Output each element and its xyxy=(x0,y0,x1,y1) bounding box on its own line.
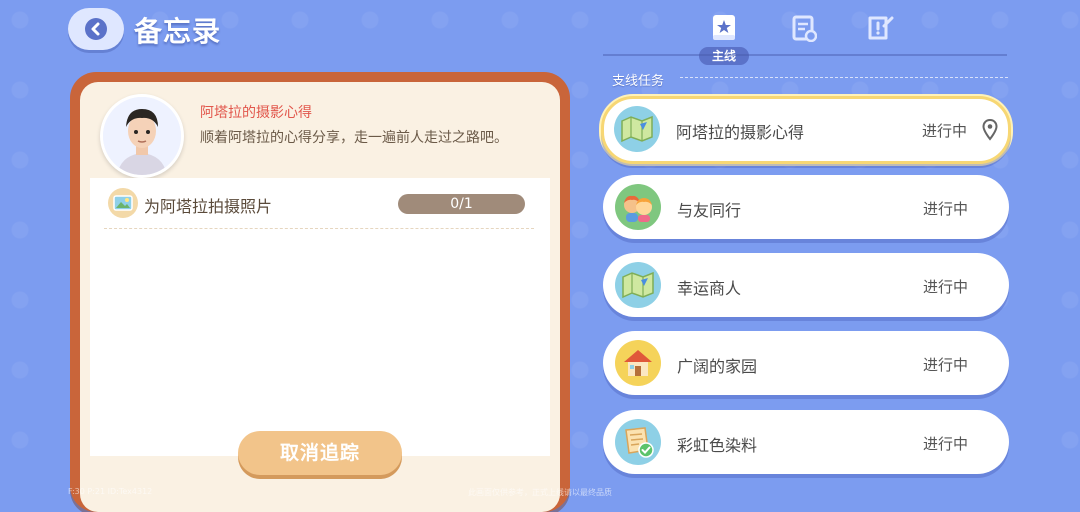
quest-status: 进行中 xyxy=(923,435,969,453)
tab-main-label[interactable]: 主线 xyxy=(699,47,749,65)
quest-title: 彩虹色染料 xyxy=(677,436,758,455)
debug-info: F:30 P:21 ID:Tex4312 xyxy=(68,487,153,496)
quest-card[interactable]: 广阔的家园 进行中 xyxy=(603,331,1009,395)
quest-status: 进行中 xyxy=(923,278,969,296)
disclaimer-text: 此画面仅供参考，正式上线请以最终品质 xyxy=(468,488,612,497)
section-divider xyxy=(680,77,1008,78)
clipboard-icon xyxy=(792,15,817,42)
quest-status: 进行中 xyxy=(923,200,969,218)
house-icon xyxy=(615,340,661,386)
task-divider xyxy=(104,228,534,229)
quest-status: 进行中 xyxy=(923,356,969,374)
tab-wishes[interactable] xyxy=(862,12,898,44)
quest-title: 幸运商人 xyxy=(677,279,742,298)
quest-title: 阿塔拉的摄影心得 xyxy=(676,123,805,142)
chevron-left-icon xyxy=(85,18,107,40)
map-icon xyxy=(614,106,660,152)
quest-card[interactable]: 阿塔拉的摄影心得 进行中 xyxy=(601,96,1011,164)
map-icon xyxy=(615,262,661,308)
tab-main[interactable] xyxy=(706,12,742,44)
quest-description: 顺着阿塔拉的心得分享，走一遍前人走过之路吧。 xyxy=(200,130,508,146)
npc-avatar xyxy=(100,94,184,178)
quest-card[interactable]: 与友同行 进行中 xyxy=(603,175,1009,239)
task-progress: 0/1 xyxy=(398,194,525,214)
photo-icon xyxy=(108,188,138,218)
dye-list-icon xyxy=(615,419,661,465)
back-button[interactable] xyxy=(68,8,124,50)
quest-card[interactable]: 彩虹色染料 进行中 xyxy=(603,410,1009,474)
quest-title: 与友同行 xyxy=(677,201,742,220)
page-title: 备忘录 xyxy=(134,15,222,48)
tab-records[interactable] xyxy=(786,12,822,44)
tab-underline xyxy=(603,54,1007,56)
wish-note-icon xyxy=(868,16,894,40)
quest-name: 阿塔拉的摄影心得 xyxy=(200,105,312,121)
quest-card[interactable]: 幸运商人 进行中 xyxy=(603,253,1009,317)
location-pin-icon xyxy=(982,119,998,141)
quest-status: 进行中 xyxy=(922,122,968,140)
friends-icon xyxy=(615,184,661,230)
task-list xyxy=(90,178,550,456)
star-book-icon xyxy=(713,15,735,40)
task-label: 为阿塔拉拍摄照片 xyxy=(144,197,273,216)
quest-title: 广阔的家园 xyxy=(677,357,758,376)
cancel-tracking-button[interactable]: 取消追踪 xyxy=(238,431,402,475)
section-label: 支线任务 xyxy=(612,74,665,89)
